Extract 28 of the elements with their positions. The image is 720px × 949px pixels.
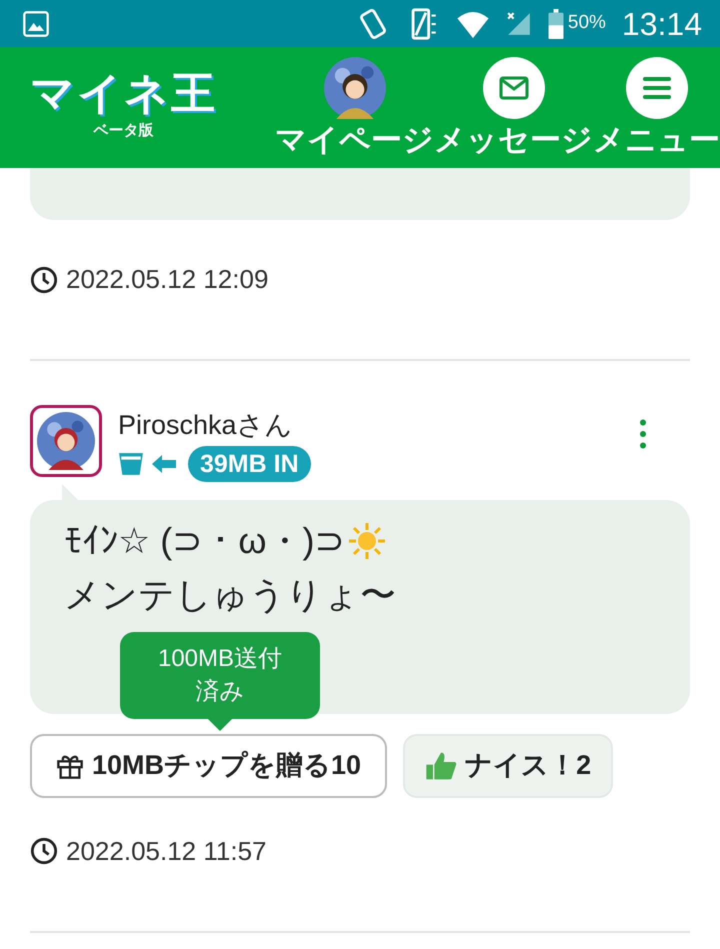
tooltip: 100MB送付済み	[120, 632, 320, 731]
clock: 13:14	[622, 4, 702, 44]
nav-link[interactable]: マイページ	[275, 57, 434, 158]
menu-icon	[642, 76, 672, 100]
timestamp: 2022.05.12 12:09	[66, 263, 268, 296]
battery-icon	[548, 8, 564, 38]
nice-button[interactable]: ナイス！2	[403, 734, 614, 798]
battery-percentage: 50%	[568, 11, 606, 36]
thumbs-up-icon	[425, 750, 458, 780]
logo[interactable]: マイネ王	[30, 72, 217, 116]
tip-button[interactable]: 10MBチップを贈る10	[30, 734, 388, 798]
image-icon	[22, 10, 50, 38]
avatar-icon	[324, 57, 386, 120]
clock-icon	[30, 266, 58, 294]
sun-icon	[346, 520, 387, 560]
left-arrow-icon	[152, 454, 176, 474]
cup-icon	[118, 452, 144, 476]
avatar-frame	[30, 405, 102, 477]
author-name[interactable]: Piroschkaさん	[118, 405, 636, 446]
logo-subtitle: ベータ版	[94, 121, 154, 142]
transfer-badge: 39MB IN	[188, 446, 311, 482]
clock-icon	[30, 837, 58, 865]
timestamp: 2022.05.12 11:57	[66, 834, 266, 868]
message-text: ﾓｲﾝ☆ (⊃・ω・)⊃	[64, 518, 345, 562]
envelope-icon	[498, 76, 528, 100]
message-text: メンテしゅうりょ〜	[64, 572, 396, 616]
nav-link[interactable]: メニュー	[593, 57, 720, 158]
nav-link[interactable]: メッセージ	[434, 57, 593, 158]
